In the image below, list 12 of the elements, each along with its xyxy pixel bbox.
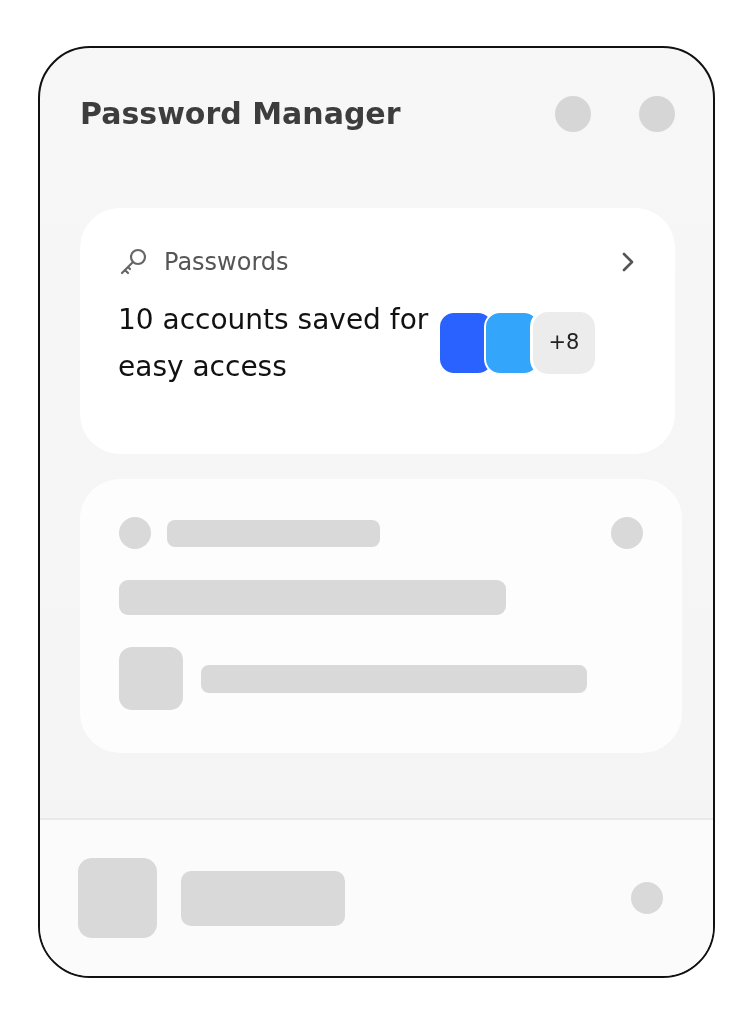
more-count: +8 [530, 309, 598, 377]
window-title: Password Manager [80, 96, 402, 132]
placeholder-dot [631, 882, 663, 914]
placeholder-dot [119, 517, 151, 549]
window-control[interactable] [639, 96, 675, 132]
passwords-card[interactable]: Passwords 10 accounts saved for easy access +8 [80, 208, 675, 454]
section-label: Passwords [164, 247, 290, 278]
chevron-right-icon[interactable] [621, 251, 635, 273]
summary-text: 10 accounts saved for easy access [118, 302, 430, 385]
placeholder-dot [611, 517, 643, 549]
window-control[interactable] [555, 96, 591, 132]
placeholder-square [119, 647, 183, 710]
